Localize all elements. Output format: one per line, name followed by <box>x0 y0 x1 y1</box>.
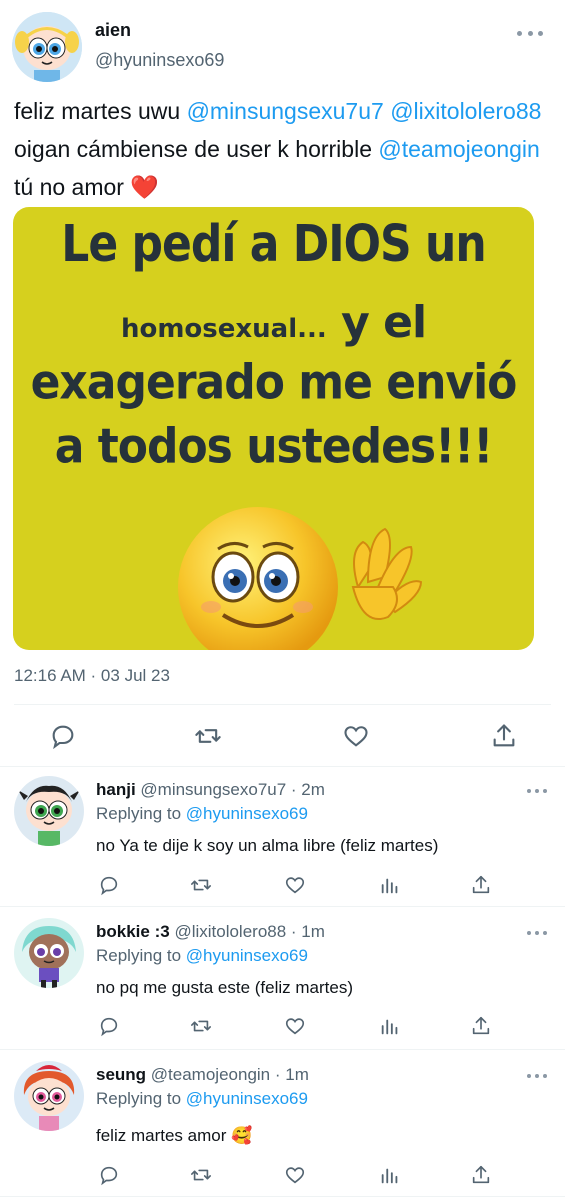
reply-action-bar <box>0 1013 565 1043</box>
meme-caption-line: Le pedí a DIOS un <box>61 215 486 274</box>
reply-handle: @teamojeongin · 1m <box>150 1065 309 1084</box>
reply-icon[interactable] <box>98 1015 120 1037</box>
reply-handle: @lixitololero88 · 1m <box>174 922 325 941</box>
share-icon[interactable] <box>470 874 492 896</box>
reply-tweet[interactable]: seung @teamojeongin · 1m Replying to @hy… <box>0 1049 565 1200</box>
share-icon[interactable] <box>470 1015 492 1037</box>
divider <box>14 704 551 705</box>
share-icon[interactable] <box>470 1164 492 1186</box>
like-icon[interactable] <box>284 1164 306 1186</box>
mention-link[interactable]: @hyuninsexo69 <box>186 946 308 965</box>
share-icon[interactable] <box>490 722 518 750</box>
reply-author[interactable]: hanji @minsungsexo7u7 · 2m <box>96 780 325 800</box>
mention-link[interactable]: @teamojeongin <box>378 136 539 162</box>
reply-text: no Ya te dije k soy un alma libre (feliz… <box>96 836 439 855</box>
tweet-action-bar <box>0 715 565 755</box>
reply-avatar[interactable] <box>14 776 84 846</box>
tweet-text-part: oigan cámbiense de user k horrible <box>14 136 379 162</box>
replying-to: Replying to @hyuninsexo69 <box>96 946 308 965</box>
tweet-image[interactable]: Le pedí a DIOS un homosexual... y el exa… <box>13 207 534 650</box>
more-icon[interactable] <box>527 1073 547 1079</box>
more-icon[interactable] <box>527 930 547 936</box>
like-icon[interactable] <box>342 722 370 750</box>
reply-author[interactable]: bokkie :3 @lixitololero88 · 1m <box>96 922 325 942</box>
reply-icon[interactable] <box>49 722 77 750</box>
retweet-icon[interactable] <box>190 1015 212 1037</box>
tweet-timestamp[interactable]: 12:16 AM · 03 Jul 23 <box>14 666 170 686</box>
reply-text: feliz martes amor 🥰 <box>96 1126 253 1145</box>
author-handle[interactable]: @hyuninsexo69 <box>95 50 224 71</box>
reply-tweet[interactable]: hanji @minsungsexo7u7 · 2m Replying to @… <box>0 766 565 906</box>
analytics-icon[interactable] <box>379 874 401 896</box>
reply-tweet[interactable]: bokkie :3 @lixitololero88 · 1m Replying … <box>0 906 565 1049</box>
mention-link[interactable]: @lixitololero88 <box>390 98 541 124</box>
reply-icon[interactable] <box>98 874 120 896</box>
author-avatar[interactable] <box>12 12 82 82</box>
reply-icon[interactable] <box>98 1164 120 1186</box>
meme-caption-line: a todos ustedes!!! <box>54 418 494 475</box>
mention-link[interactable]: @minsungsexu7u7 <box>187 98 384 124</box>
reply-action-bar <box>0 872 565 902</box>
reply-action-bar <box>0 1162 565 1192</box>
smiley-emoji-illustration <box>178 507 423 650</box>
like-icon[interactable] <box>284 874 306 896</box>
meme-caption-line: exagerado me envió <box>30 354 518 411</box>
divider <box>0 1196 565 1197</box>
replying-to: Replying to @hyuninsexo69 <box>96 804 308 823</box>
retweet-icon[interactable] <box>190 1164 212 1186</box>
tweet-text-part: tú no amor ❤️ <box>14 174 159 200</box>
replying-to: Replying to @hyuninsexo69 <box>96 1089 308 1108</box>
mention-link[interactable]: @hyuninsexo69 <box>186 804 308 823</box>
analytics-icon[interactable] <box>379 1015 401 1037</box>
retweet-icon[interactable] <box>194 722 222 750</box>
retweet-icon[interactable] <box>190 874 212 896</box>
reply-text: no pq me gusta este (feliz martes) <box>96 978 354 997</box>
reply-avatar[interactable] <box>14 918 84 988</box>
meme-caption-line: homosexual... y el <box>120 297 427 348</box>
author-name[interactable]: aien <box>95 20 131 41</box>
reply-avatar[interactable] <box>14 1061 84 1131</box>
more-icon[interactable] <box>517 28 543 38</box>
tweet-text: feliz martes uwu @minsungsexu7u7 @lixito… <box>14 92 554 206</box>
reply-handle: @minsungsexo7u7 · 2m <box>140 780 325 799</box>
like-icon[interactable] <box>284 1015 306 1037</box>
more-icon[interactable] <box>527 788 547 794</box>
analytics-icon[interactable] <box>379 1164 401 1186</box>
tweet-text-part: feliz martes uwu <box>14 98 187 124</box>
mention-link[interactable]: @hyuninsexo69 <box>186 1089 308 1108</box>
reply-author[interactable]: seung @teamojeongin · 1m <box>96 1065 309 1085</box>
